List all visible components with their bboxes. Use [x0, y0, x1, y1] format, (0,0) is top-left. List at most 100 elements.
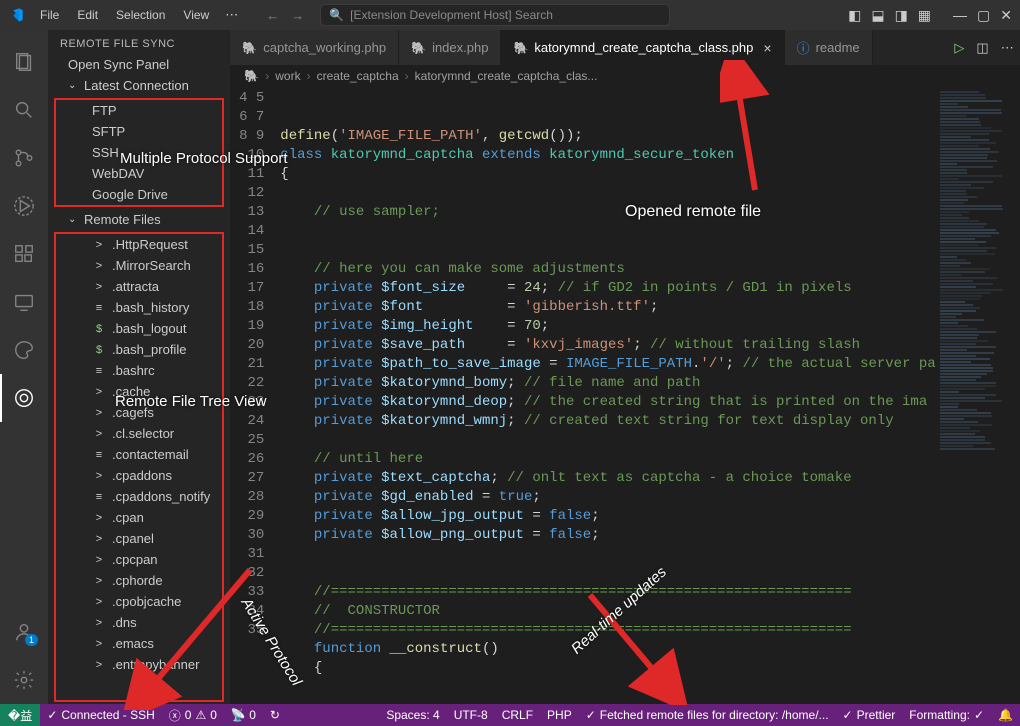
- language[interactable]: PHP: [540, 708, 579, 722]
- folder-icon: >: [92, 386, 106, 398]
- sidebar-title: REMOTE FILE SYNC: [48, 30, 230, 54]
- connection-status[interactable]: ✓ Connected - SSH: [40, 708, 161, 722]
- eol[interactable]: CRLF: [495, 708, 540, 722]
- tree-item[interactable]: $.bash_logout: [56, 318, 222, 339]
- tree-item[interactable]: >.MirrorSearch: [56, 255, 222, 276]
- notifications-icon[interactable]: 🔔: [991, 708, 1020, 722]
- window-minimize[interactable]: —: [953, 7, 967, 23]
- layout-right-icon[interactable]: ◨: [895, 7, 908, 24]
- split-icon[interactable]: ◫: [976, 40, 988, 56]
- run-icon[interactable]: ▷: [954, 40, 964, 56]
- folder-icon: >: [92, 260, 106, 272]
- tree-item[interactable]: >.cagefs: [56, 402, 222, 423]
- folder-icon: >: [92, 617, 106, 629]
- folder-icon: >: [92, 533, 106, 545]
- tree-item[interactable]: >.entropybanner: [56, 654, 222, 675]
- theme-icon[interactable]: [0, 326, 48, 374]
- tree-item[interactable]: ≡.bashrc: [56, 360, 222, 381]
- menu-view[interactable]: View: [175, 4, 217, 26]
- close-icon[interactable]: ×: [763, 40, 771, 56]
- tab[interactable]: ⓘreadme: [785, 30, 873, 65]
- tree-item[interactable]: >.cpan: [56, 507, 222, 528]
- tree-item[interactable]: >.HttpRequest: [56, 234, 222, 255]
- account-icon[interactable]: 1: [0, 608, 48, 656]
- extensions-icon[interactable]: [0, 230, 48, 278]
- search-placeholder: [Extension Development Host] Search: [350, 8, 553, 22]
- nav-back[interactable]: ←: [266, 8, 279, 23]
- layout-left-icon[interactable]: ◧: [848, 7, 861, 24]
- command-center[interactable]: 🔍 [Extension Development Host] Search: [320, 4, 670, 26]
- php-icon: 🐘: [513, 41, 528, 55]
- search-icon: 🔍: [329, 8, 344, 22]
- protocol-google-drive[interactable]: Google Drive: [56, 184, 222, 205]
- more-icon[interactable]: ⋯: [1001, 40, 1014, 56]
- php-icon: 🐘: [411, 41, 426, 55]
- window-maximize[interactable]: ▢: [977, 7, 990, 24]
- folder-icon: >: [92, 554, 106, 566]
- breadcrumb-segment[interactable]: work: [275, 69, 300, 83]
- tree-item[interactable]: ≡.contactemail: [56, 444, 222, 465]
- tree-item[interactable]: >.cache: [56, 381, 222, 402]
- tree-item[interactable]: ≡.bash_history: [56, 297, 222, 318]
- prettier[interactable]: ✓ Prettier: [836, 708, 903, 722]
- remote-file-tree: >.HttpRequest>.MirrorSearch>.attracta≡.b…: [54, 232, 224, 702]
- tree-item[interactable]: >.cl.selector: [56, 423, 222, 444]
- remote-sync-icon[interactable]: [0, 374, 48, 422]
- fetch-status[interactable]: ✓ Fetched remote files for directory: /h…: [579, 708, 836, 722]
- formatting[interactable]: Formatting: ✓: [902, 708, 991, 722]
- tree-item[interactable]: $.bash_profile: [56, 339, 222, 360]
- debug-icon[interactable]: [0, 182, 48, 230]
- php-icon: 🐘: [244, 69, 259, 83]
- lines-icon: ≡: [92, 491, 106, 503]
- folder-icon: >: [92, 428, 106, 440]
- breadcrumb[interactable]: 🐘›work›create_captcha›katorymnd_create_c…: [230, 65, 1020, 87]
- remote-indicator[interactable]: �益: [0, 704, 40, 726]
- nav-forward[interactable]: →: [291, 8, 304, 23]
- menu-overflow[interactable]: ⋯: [217, 3, 246, 27]
- window-close[interactable]: ✕: [1000, 7, 1012, 24]
- tree-item[interactable]: >.dns: [56, 612, 222, 633]
- sync-icon[interactable]: ↻: [263, 708, 287, 722]
- remote-explorer-icon[interactable]: [0, 278, 48, 326]
- protocol-sftp[interactable]: SFTP: [56, 121, 222, 142]
- tab[interactable]: 🐘katorymnd_create_captcha_class.php×: [501, 30, 784, 65]
- layout-grid-icon[interactable]: ▦: [918, 7, 931, 24]
- problems[interactable]: ⓧ 0 ⚠ 0: [162, 707, 224, 724]
- ports-icon[interactable]: 📡 0: [224, 708, 263, 722]
- menu-file[interactable]: File: [32, 4, 67, 26]
- tree-item[interactable]: >.cpaddons: [56, 465, 222, 486]
- folder-icon: >: [92, 239, 106, 251]
- breadcrumb-segment[interactable]: katorymnd_create_captcha_clas...: [415, 69, 598, 83]
- layout-bottom-icon[interactable]: ⬓: [871, 7, 884, 24]
- tree-item[interactable]: >.cphorde: [56, 570, 222, 591]
- protocol-ftp[interactable]: FTP: [56, 100, 222, 121]
- code-editor[interactable]: define('IMAGE_FILE_PATH', getcwd());clas…: [280, 87, 935, 704]
- folder-icon: >: [92, 512, 106, 524]
- remote-files[interactable]: ⌄Remote Files: [48, 209, 230, 230]
- minimap[interactable]: [936, 87, 1020, 704]
- tree-item[interactable]: >.emacs: [56, 633, 222, 654]
- tree-item[interactable]: >.cpcpan: [56, 549, 222, 570]
- menu-edit[interactable]: Edit: [69, 4, 106, 26]
- indentation[interactable]: Spaces: 4: [379, 708, 446, 722]
- tab[interactable]: 🐘captcha_working.php: [230, 30, 399, 65]
- protocol-ssh[interactable]: SSH: [56, 142, 222, 163]
- tree-item[interactable]: ≡.cpaddons_notify: [56, 486, 222, 507]
- latest-connection[interactable]: ⌄Latest Connection: [48, 75, 230, 96]
- dollar-icon: $: [92, 323, 106, 335]
- tab[interactable]: 🐘index.php: [399, 30, 501, 65]
- search-icon[interactable]: [0, 86, 48, 134]
- source-control-icon[interactable]: [0, 134, 48, 182]
- info-icon: ⓘ: [797, 38, 810, 57]
- encoding[interactable]: UTF-8: [447, 708, 495, 722]
- settings-icon[interactable]: [0, 656, 48, 704]
- tree-item[interactable]: >.attracta: [56, 276, 222, 297]
- tree-item[interactable]: >.cpobjcache: [56, 591, 222, 612]
- protocol-webdav[interactable]: WebDAV: [56, 163, 222, 184]
- menu-selection[interactable]: Selection: [108, 4, 173, 26]
- explorer-icon[interactable]: [0, 38, 48, 86]
- folder-icon: >: [92, 596, 106, 608]
- open-sync-panel[interactable]: Open Sync Panel: [48, 54, 230, 75]
- tree-item[interactable]: >.cpanel: [56, 528, 222, 549]
- breadcrumb-segment[interactable]: create_captcha: [317, 69, 399, 83]
